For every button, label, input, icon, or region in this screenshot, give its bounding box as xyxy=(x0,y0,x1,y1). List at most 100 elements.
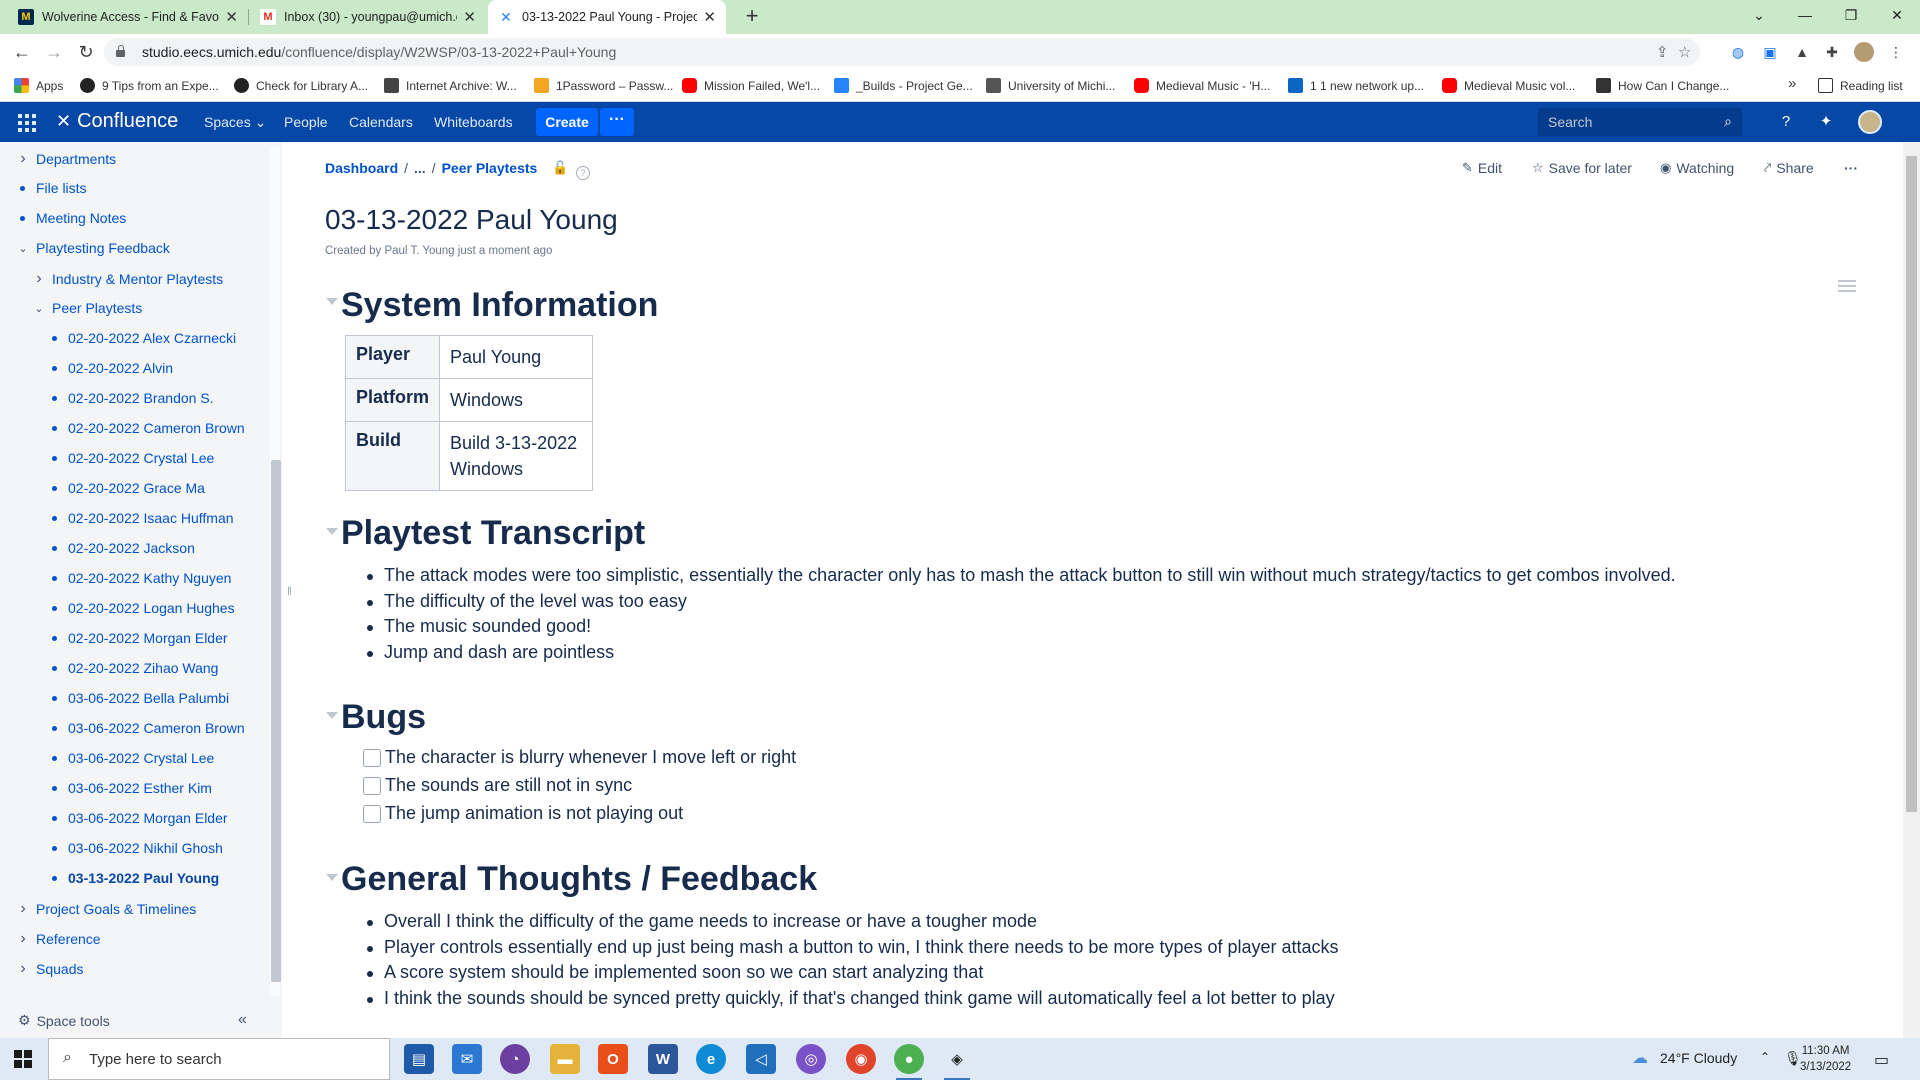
tab-search-icon[interactable]: ⌄ xyxy=(1736,0,1782,30)
bookmark-item[interactable]: 9 Tips from an Expe... xyxy=(80,78,219,93)
sidebar-tree-item[interactable]: 02-20-2022 Jackson xyxy=(48,540,195,556)
task-checkbox[interactable] xyxy=(363,776,381,795)
file-explorer-icon[interactable]: ▬ xyxy=(550,1044,580,1074)
sidebar-tree-item[interactable]: 02-20-2022 Morgan Elder xyxy=(48,630,228,646)
bookmark-item[interactable]: Internet Archive: W... xyxy=(384,78,517,93)
recorder-app-icon[interactable]: ◉ xyxy=(846,1044,876,1074)
collapse-section-icon[interactable] xyxy=(326,874,338,881)
sidebar-tree-item[interactable]: 02-20-2022 Kathy Nguyen xyxy=(48,570,231,586)
collapse-sidebar-icon[interactable]: « xyxy=(238,1011,247,1029)
sidebar-tree-item[interactable]: 03-13-2022 Paul Young xyxy=(48,870,219,886)
browser-tab-confluence[interactable]: ✕ 03-13-2022 Paul Young - Project ✕ xyxy=(488,0,726,34)
windows-start-icon[interactable] xyxy=(14,1050,32,1068)
page-scrollbar-thumb[interactable] xyxy=(1906,156,1917,812)
nav-people[interactable]: People xyxy=(284,114,328,130)
sidebar-tree-item[interactable]: 02-20-2022 Logan Hughes xyxy=(48,600,235,616)
back-arrow-icon[interactable]: ← xyxy=(10,40,34,64)
sidebar-tree-item[interactable]: › Project Goals & Timelines xyxy=(16,900,196,918)
share-button[interactable]: ⤤ Share xyxy=(1764,160,1814,176)
confluence-logo[interactable]: ✕ Confluence xyxy=(56,110,178,133)
close-tab-icon[interactable]: ✕ xyxy=(703,8,716,26)
github-app-icon[interactable]: ◔ xyxy=(500,1044,530,1074)
nav-calendars[interactable]: Calendars xyxy=(349,114,413,130)
sidebar-tree-item[interactable]: Meeting Notes xyxy=(16,210,126,226)
clock[interactable]: 11:30 AM 3/13/2022 xyxy=(1800,1043,1851,1075)
help-icon[interactable]: ? xyxy=(1776,112,1796,132)
notifications-center-icon[interactable]: ▭ xyxy=(1874,1050,1889,1070)
watching-button[interactable]: ◉ Watching xyxy=(1660,160,1734,176)
sidebar-tree-item[interactable]: 02-20-2022 Isaac Huffman xyxy=(48,510,234,526)
sidebar-tree-item[interactable]: 02-20-2022 Brandon S. xyxy=(48,390,214,406)
extension-icon[interactable]: ◍ xyxy=(1728,42,1748,62)
browser-tab-wolverine-access[interactable]: M Wolverine Access - Find & Favorit ✕ xyxy=(8,0,249,34)
bookmark-item[interactable]: Mission Failed, We'l... xyxy=(682,78,820,93)
collapse-section-icon[interactable] xyxy=(326,298,338,305)
taskbar-search-input[interactable]: ⌕ Type here to search xyxy=(48,1038,390,1080)
collapse-section-icon[interactable] xyxy=(326,528,338,535)
bookmark-star-icon[interactable]: ☆ xyxy=(1678,43,1691,61)
task-checkbox[interactable] xyxy=(363,748,381,767)
save-for-later-button[interactable]: ☆ Save for later xyxy=(1532,160,1632,176)
sidebar-tree-item[interactable]: › Departments xyxy=(16,150,116,168)
new-tab-button[interactable]: + xyxy=(738,3,766,29)
extension-arrow-icon[interactable]: ▲ xyxy=(1792,42,1812,62)
sidebar-tree-item[interactable]: › Squads xyxy=(16,960,83,978)
forward-arrow-icon[interactable]: → xyxy=(42,40,66,64)
chevron-right-icon[interactable]: › xyxy=(16,960,30,978)
breadcrumb-parent[interactable]: Peer Playtests xyxy=(442,160,538,176)
close-tab-icon[interactable]: ✕ xyxy=(463,8,476,26)
profile-avatar-icon[interactable] xyxy=(1854,42,1874,62)
create-more-button[interactable]: ··· xyxy=(600,108,634,136)
sidebar-tree-item[interactable]: 03-06-2022 Cameron Brown xyxy=(48,720,245,736)
sidebar-tree-item[interactable]: 03-06-2022 Bella Palumbi xyxy=(48,690,229,706)
sidebar-tree-item[interactable]: 02-20-2022 Crystal Lee xyxy=(48,450,214,466)
bookmark-item[interactable]: University of Michi... xyxy=(986,78,1115,93)
vscode-app-icon[interactable]: ◁ xyxy=(746,1044,776,1074)
browser-menu-icon[interactable]: ⋮ xyxy=(1886,42,1906,62)
edge-app-icon[interactable]: e xyxy=(696,1044,726,1074)
bookmark-item[interactable]: _Builds - Project Ge... xyxy=(834,78,973,93)
share-page-icon[interactable]: ⇪ xyxy=(1656,43,1669,61)
bookmark-item[interactable]: 1Password – Passw... xyxy=(534,78,673,93)
address-bar[interactable]: studio.eecs.umich.edu/confluence/display… xyxy=(104,38,1700,66)
task-checkbox[interactable] xyxy=(363,804,381,823)
word-app-icon[interactable]: W xyxy=(648,1044,678,1074)
nav-spaces[interactable]: Spaces ⌄ xyxy=(204,114,266,131)
user-avatar[interactable] xyxy=(1858,110,1882,134)
browser-tab-gmail[interactable]: M Inbox (30) - youngpau@umich.ed ✕ xyxy=(250,0,486,34)
nav-whiteboards[interactable]: Whiteboards xyxy=(434,114,513,130)
mail-app-icon[interactable]: ✉ xyxy=(452,1044,482,1074)
breadcrumb-dashboard[interactable]: Dashboard xyxy=(325,160,398,176)
sidebar-tree-item[interactable]: › Reference xyxy=(16,930,100,948)
sidebar-tree-item[interactable]: 03-06-2022 Nikhil Ghosh xyxy=(48,840,223,856)
chevron-down-icon[interactable]: ⌄ xyxy=(16,242,30,255)
chevron-right-icon[interactable]: › xyxy=(32,270,46,288)
sidebar-tree-item[interactable]: ⌄ Playtesting Feedback xyxy=(16,240,169,256)
sidebar-tree-item[interactable]: 02-20-2022 Zihao Wang xyxy=(48,660,218,676)
unity-app-icon[interactable]: ◈ xyxy=(942,1044,972,1080)
create-button[interactable]: Create xyxy=(536,108,598,136)
extension-screen-icon[interactable]: ▣ xyxy=(1760,42,1780,62)
sidebar-tree-item[interactable]: 02-20-2022 Grace Ma xyxy=(48,480,205,496)
help-circle-icon[interactable]: ? xyxy=(576,166,590,180)
bookmark-item[interactable]: Medieval Music vol... xyxy=(1442,78,1575,93)
chevron-right-icon[interactable]: › xyxy=(16,900,30,918)
chevron-down-icon[interactable]: ⌄ xyxy=(32,302,46,315)
chat-app-icon[interactable]: ◎ xyxy=(796,1044,826,1074)
reading-list-button[interactable]: Reading list xyxy=(1818,78,1903,93)
bookmark-item[interactable]: Medieval Music - 'H... xyxy=(1134,78,1270,93)
sidebar-tree-item[interactable]: › Industry & Mentor Playtests xyxy=(32,270,223,288)
sidebar-tree-item[interactable]: 03-06-2022 Esther Kim xyxy=(48,780,212,796)
restore-button[interactable]: ❐ xyxy=(1828,0,1874,30)
unlock-icon[interactable]: 🔓 xyxy=(552,160,568,176)
sidebar-tree-item[interactable]: File lists xyxy=(16,180,87,196)
sidebar-tree-item[interactable]: 03-06-2022 Crystal Lee xyxy=(48,750,214,766)
reload-icon[interactable]: ↻ xyxy=(74,40,98,64)
bookmark-apps[interactable]: Apps xyxy=(14,78,63,93)
extensions-puzzle-icon[interactable]: ✚ xyxy=(1822,42,1842,62)
store-app-icon[interactable]: ▤ xyxy=(404,1044,434,1074)
chevron-right-icon[interactable]: › xyxy=(16,930,30,948)
close-tab-icon[interactable]: ✕ xyxy=(225,8,238,26)
app-switcher-icon[interactable] xyxy=(18,114,36,132)
bookmark-item[interactable]: How Can I Change... xyxy=(1596,78,1729,93)
